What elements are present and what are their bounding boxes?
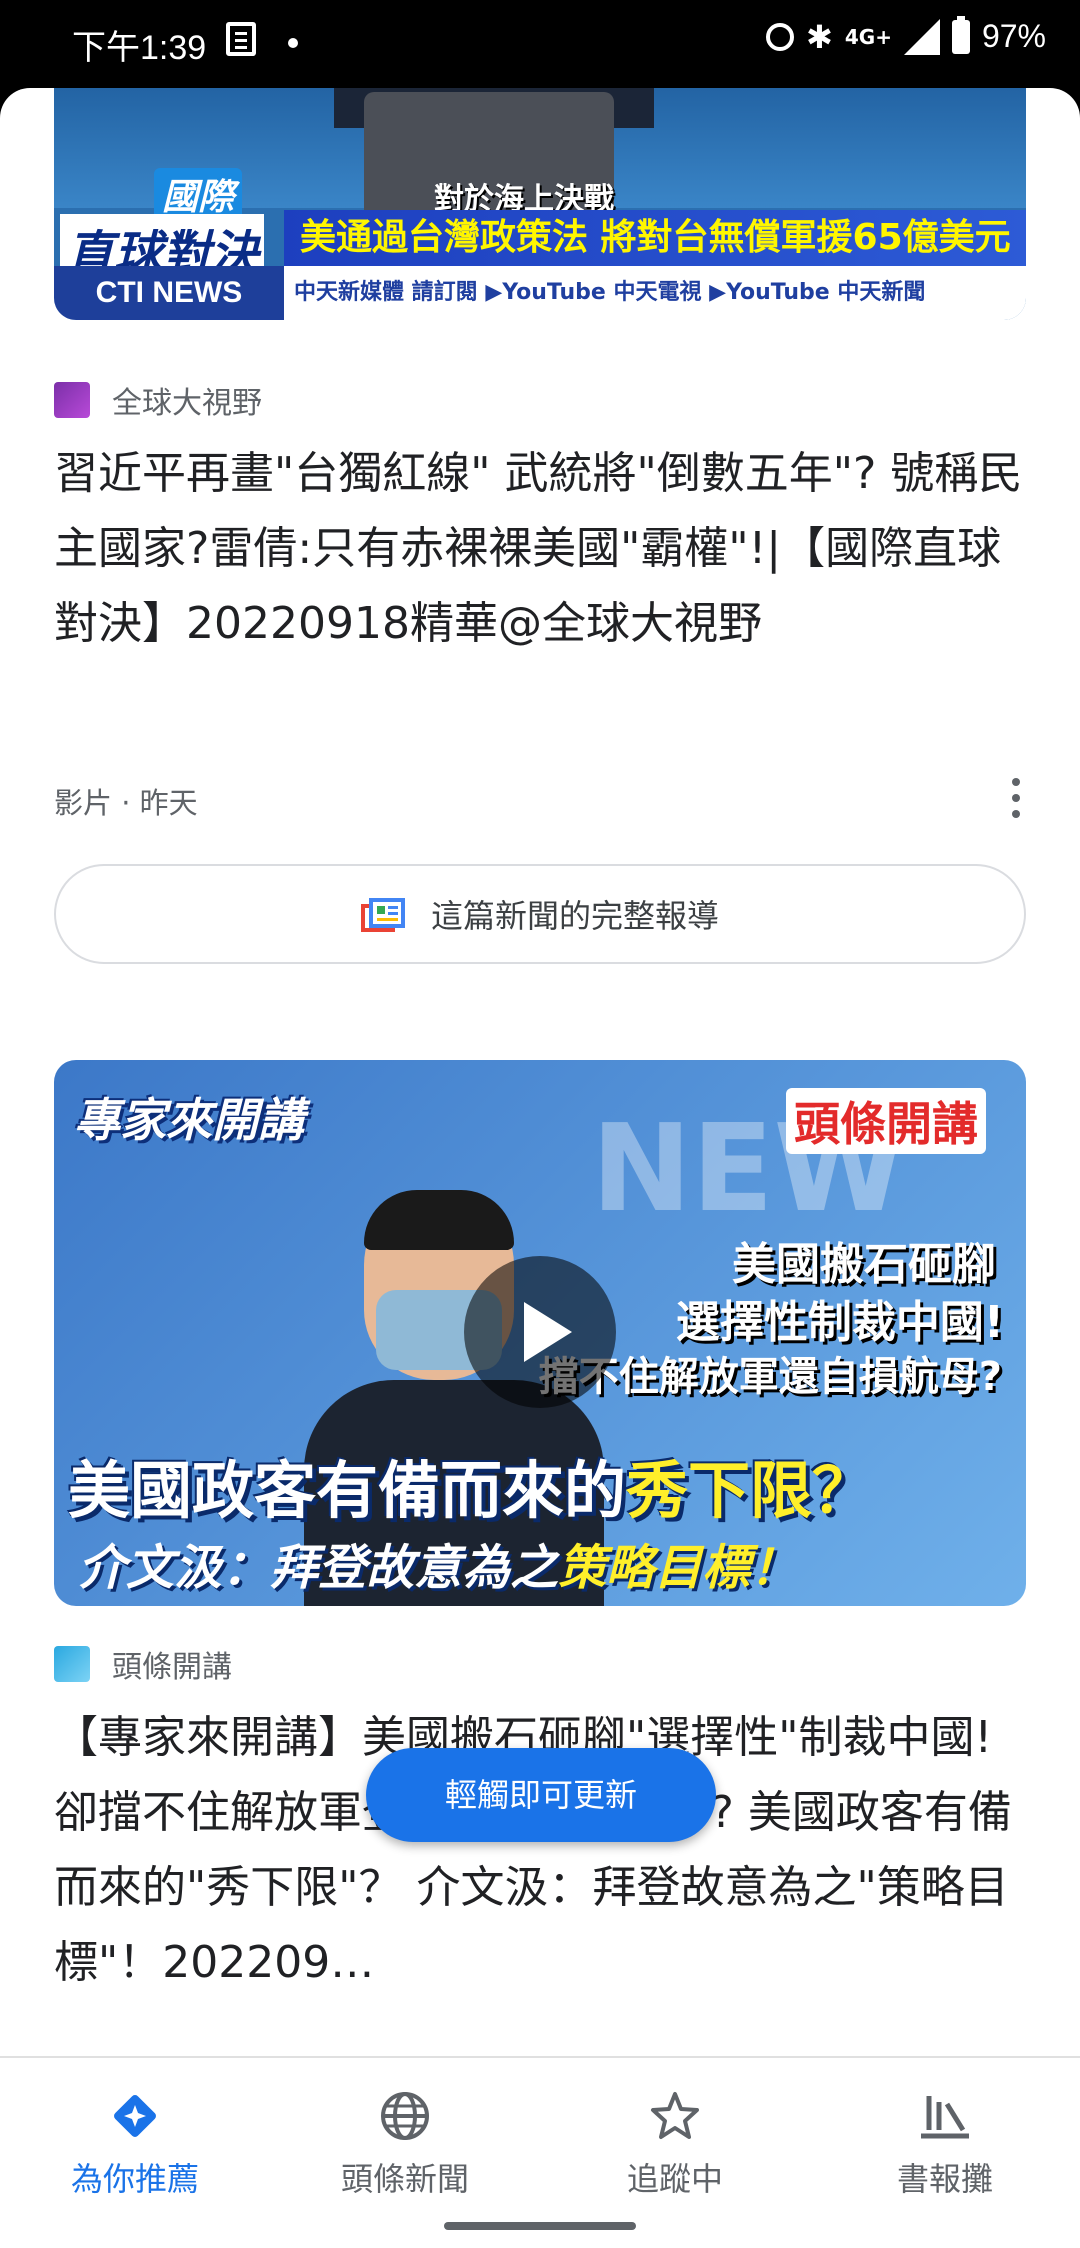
globe-icon xyxy=(377,2088,433,2144)
for-you-icon xyxy=(107,2088,163,2144)
full-coverage-icon xyxy=(360,896,407,932)
signal-icon xyxy=(903,18,940,55)
source-logo-icon xyxy=(54,382,90,418)
thumbnail-logo-top: 國際 xyxy=(154,168,243,220)
battery-percent: 97% xyxy=(981,18,1046,54)
play-icon[interactable] xyxy=(464,1256,616,1408)
status-icons: ✱ 4G+ 97% xyxy=(766,15,1046,56)
gesture-bar[interactable] xyxy=(444,2222,636,2230)
nav-label: 為你推薦 xyxy=(70,2160,199,2198)
nav-for-you[interactable]: 為你推薦 xyxy=(0,2088,270,2200)
full-coverage-button[interactable]: 這篇新聞的完整報導 xyxy=(54,864,1026,964)
bluetooth-icon: ✱ xyxy=(806,17,833,56)
alarm-icon xyxy=(766,22,795,51)
nav-label: 頭條新聞 xyxy=(340,2160,469,2198)
status-bar: 下午1:39 ✱ 4G+ 97% xyxy=(0,0,1080,88)
thumbnail-title-right: 頭條開講 xyxy=(786,1088,986,1154)
more-options-icon[interactable] xyxy=(1006,778,1026,822)
full-coverage-label: 這篇新聞的完整報導 xyxy=(430,897,719,935)
news-feed[interactable]: 對於海上決戰 國際 直球對決 美通過台灣政策法 將對台無償軍援65億美元 CTI… xyxy=(0,88,1080,2246)
article-source[interactable]: 全球大視野 xyxy=(54,378,262,422)
nav-following[interactable]: 追蹤中 xyxy=(540,2088,810,2200)
notification-icon xyxy=(226,22,256,56)
notification-dot-icon xyxy=(288,38,298,48)
thumbnail-title-left: 專家來開講 xyxy=(74,1093,304,1147)
article-meta: 影片 · 昨天 xyxy=(54,786,198,820)
article-headline[interactable]: 【專家來開講】美國搬石砸腳"選擇性"制裁中國! 卻擋不住解放軍登台還"自損航母"… xyxy=(54,1700,1024,2000)
nav-label: 追蹤中 xyxy=(626,2160,723,2198)
source-logo-icon xyxy=(54,1646,90,1682)
article-thumbnail[interactable]: 對於海上決戰 國際 直球對決 美通過台灣政策法 將對台無償軍援65億美元 CTI… xyxy=(54,88,1026,320)
refresh-snackbar[interactable]: 輕觸即可更新 xyxy=(366,1748,716,1842)
thumbnail-big-caption: 美國政客有備而來的秀下限？ xyxy=(68,1454,875,1527)
thumbnail-line-2: 選擇性制裁中國! xyxy=(675,1297,1004,1348)
thumbnail-sub-caption: 介文汲：拜登故意為之策略目標！ xyxy=(78,1540,799,1596)
nav-label: 書報攤 xyxy=(896,2160,993,2198)
thumbnail-line-1: 美國搬石砸腳 xyxy=(732,1239,996,1290)
battery-icon xyxy=(951,15,970,54)
thumbnail-ticker: 中天新媒體 請訂閱 ▶YouTube 中天電視 ▶YouTube 中天新聞 xyxy=(294,280,926,305)
status-time: 下午1:39 xyxy=(72,29,207,67)
source-name: 頭條開講 xyxy=(112,1650,232,1685)
star-icon xyxy=(647,2088,703,2144)
newsstand-icon xyxy=(917,2088,973,2144)
nav-headlines[interactable]: 頭條新聞 xyxy=(270,2088,540,2200)
thumbnail-channel-logo: CTI NEWS xyxy=(54,266,284,320)
bottom-navigation: 為你推薦 頭條新聞 追蹤中 書報攤 xyxy=(0,2056,1080,2248)
article-headline[interactable]: 習近平再畫"台獨紅線" 武統將"倒數五年"? 號稱民主國家?雷倩:只有赤裸裸美國… xyxy=(54,436,1024,661)
network-type: 4G+ xyxy=(844,24,892,49)
nav-newsstand[interactable]: 書報攤 xyxy=(810,2088,1080,2200)
source-name: 全球大視野 xyxy=(112,386,262,421)
video-thumbnail[interactable]: NEW 專家來開講 頭條開講 美國搬石砸腳 選擇性制裁中國! 擋不住解放軍還自損… xyxy=(54,1060,1026,1606)
thumbnail-banner: 美通過台灣政策法 將對台無償軍援65億美元 xyxy=(284,210,1026,266)
article-source[interactable]: 頭條開講 xyxy=(54,1642,232,1686)
